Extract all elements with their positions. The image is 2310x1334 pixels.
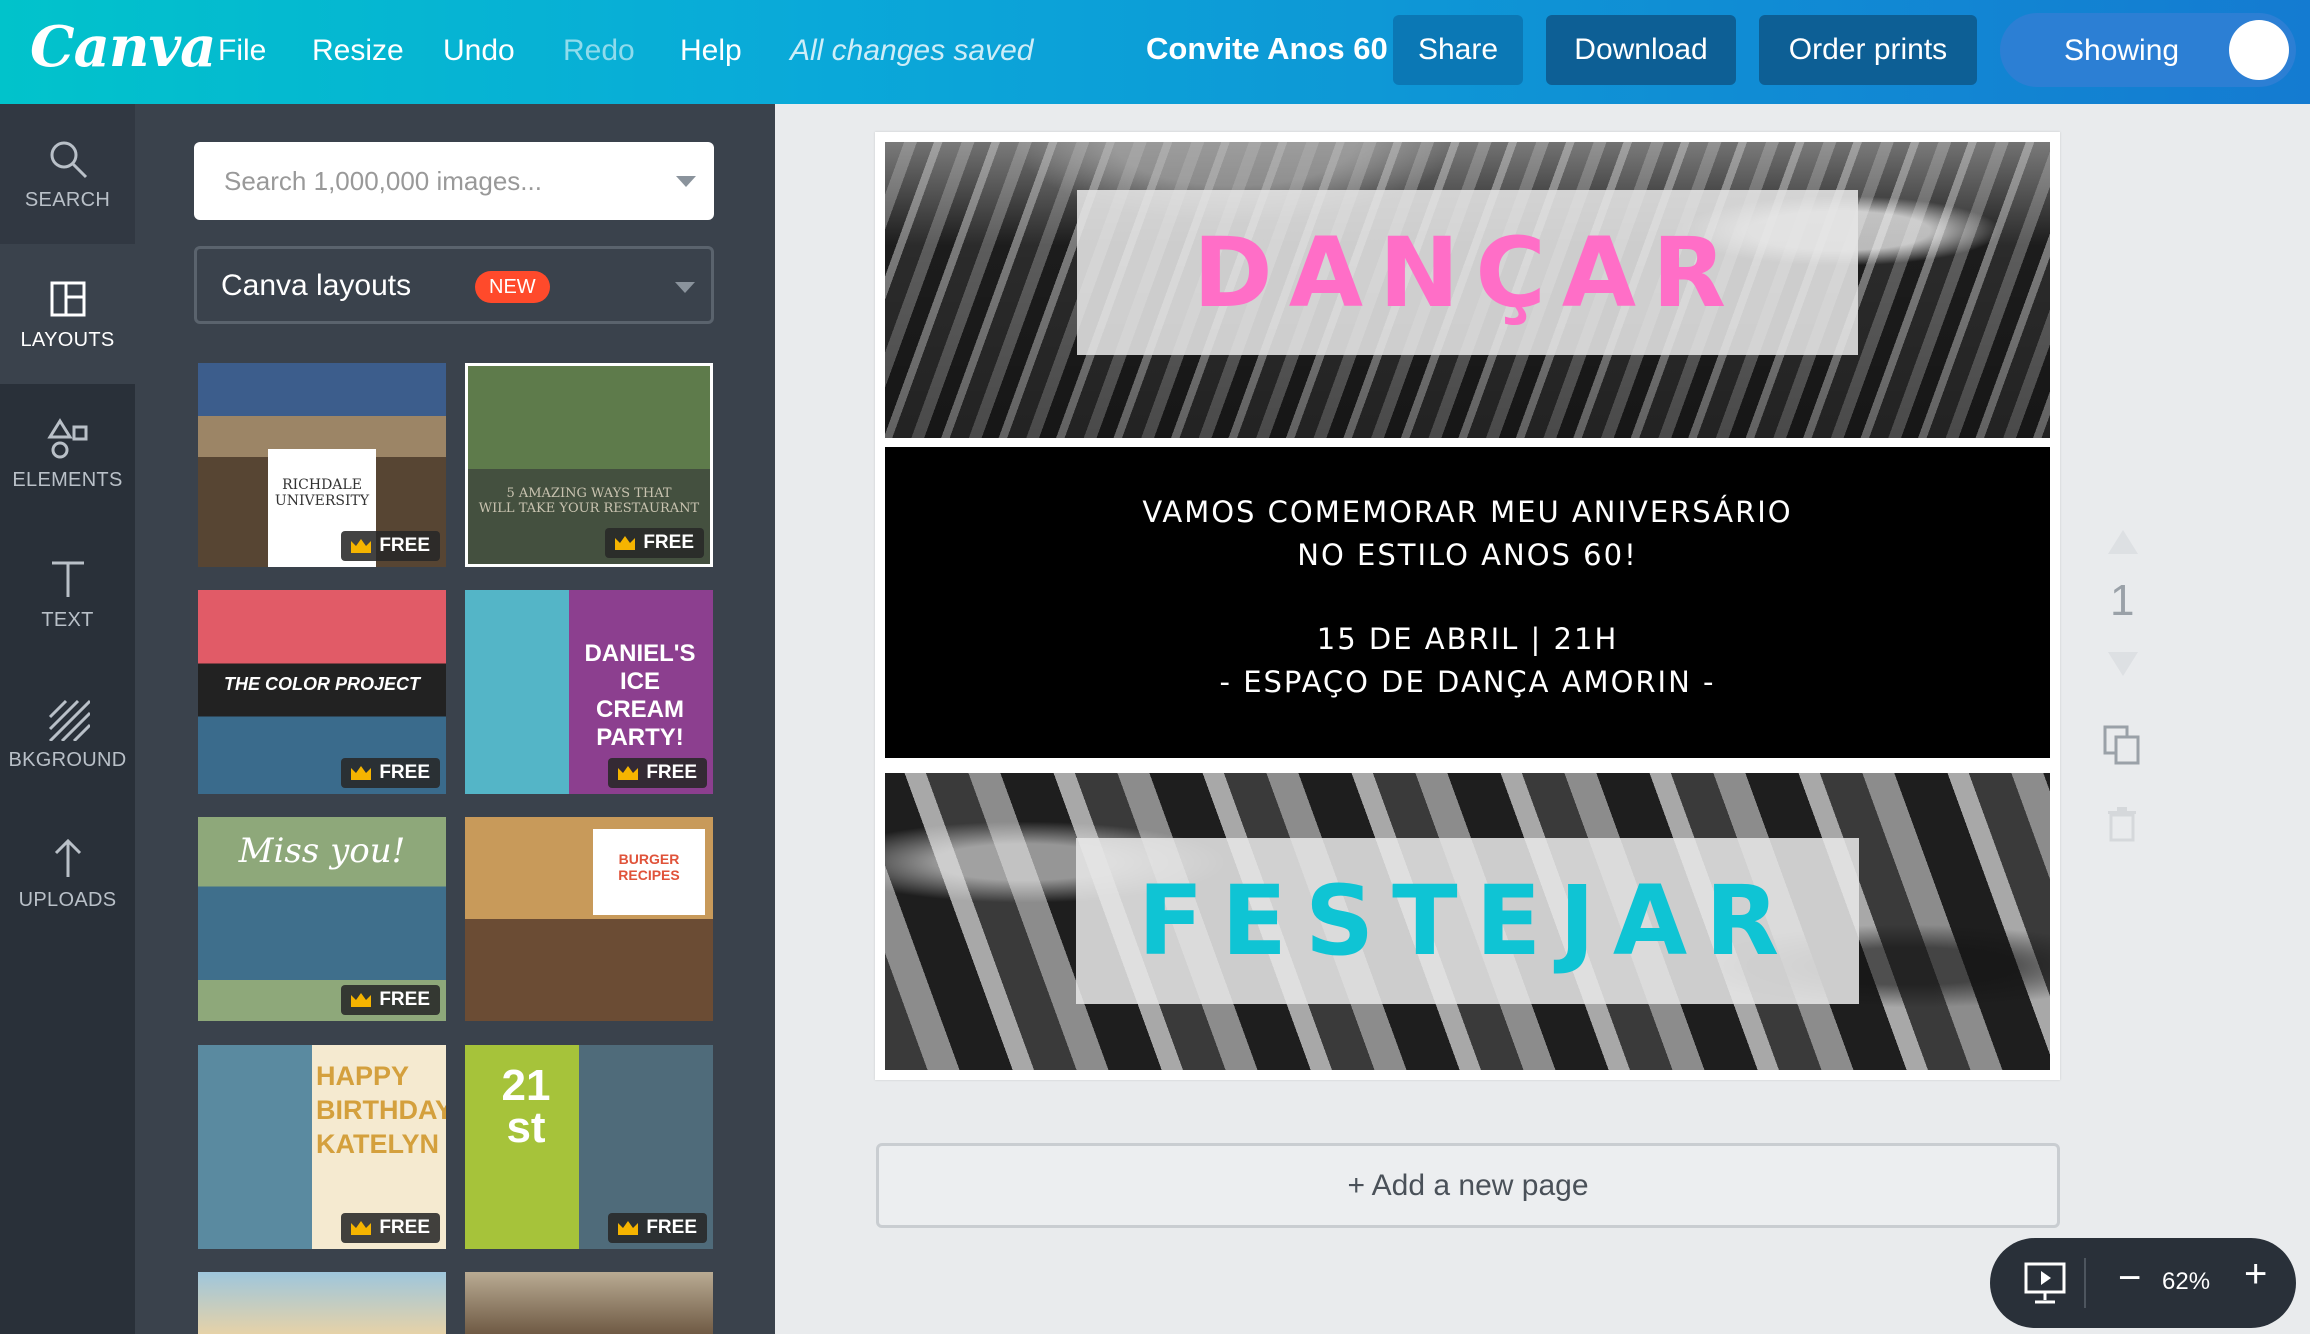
thumb-text: THE COLOR PROJECT: [223, 674, 420, 694]
rail-elements[interactable]: ELEMENTS: [0, 384, 135, 524]
top-bar: Canva File Resize Undo Redo Help All cha…: [0, 0, 2310, 104]
crown-icon: [351, 1221, 372, 1235]
crown-icon: [618, 1221, 639, 1235]
rail-text[interactable]: TEXT: [0, 524, 135, 664]
duplicate-page-icon[interactable]: [2102, 724, 2142, 771]
menu-resize[interactable]: Resize: [312, 34, 404, 68]
rail-label: ELEMENTS: [12, 468, 123, 491]
rail-layouts[interactable]: LAYOUTS: [0, 244, 135, 384]
free-badge: FREE: [605, 528, 704, 558]
menu-undo[interactable]: Undo: [443, 34, 515, 68]
layout-thumb-richdale[interactable]: RICHDALE UNIVERSITY FREE: [198, 363, 446, 567]
save-status: All changes saved: [790, 34, 1034, 67]
document-title[interactable]: Convite Anos 60: [1146, 31, 1388, 67]
invitation-text-block[interactable]: VAMOS COMEMORAR MEU ANIVERSÁRIO NO ESTIL…: [885, 447, 2050, 758]
layout-thumb-21st[interactable]: 21st FREE: [465, 1045, 713, 1249]
layout-thumb-beach[interactable]: [198, 1272, 446, 1334]
thumb-text: BURGER RECIPES: [593, 829, 705, 915]
zoom-level: 62%: [2162, 1268, 2211, 1295]
crown-icon: [618, 766, 639, 780]
chevron-down-icon: [675, 282, 695, 293]
invite-line-1: VAMOS COMEMORAR MEU ANIVERSÁRIO: [1142, 495, 1793, 529]
canva-logo[interactable]: Canva: [30, 14, 216, 80]
move-page-up-icon[interactable]: [2106, 528, 2140, 561]
present-icon[interactable]: [2020, 1258, 2070, 1308]
free-badge: FREE: [341, 1213, 440, 1243]
rail-label: LAYOUTS: [20, 328, 115, 351]
design-page[interactable]: DANÇAR VAMOS COMEMORAR MEU ANIVERSÁRIO N…: [875, 132, 2060, 1080]
layout-thumb-travel[interactable]: [465, 1272, 713, 1334]
new-badge: NEW: [475, 271, 550, 303]
rail-label: SEARCH: [24, 188, 111, 211]
elements-icon: [46, 417, 87, 458]
download-button[interactable]: Download: [1546, 15, 1736, 85]
invite-line-2: NO ESTILO ANOS 60!: [1297, 538, 1638, 572]
invite-line-3: 15 DE ABRIL | 21H: [1316, 622, 1619, 656]
image-search[interactable]: [194, 142, 714, 220]
menu-redo[interactable]: Redo: [563, 34, 635, 68]
layout-thumb-ice-cream[interactable]: DANIEL'S ICE CREAM PARTY! FREE: [465, 590, 713, 794]
menu-help[interactable]: Help: [680, 34, 742, 68]
background-icon: [48, 699, 90, 741]
layouts-dropdown-label: Canva layouts: [221, 269, 412, 302]
rail-label: TEXT: [41, 608, 94, 631]
heading-dancar[interactable]: DANÇAR: [1077, 190, 1858, 355]
thumb-text: HAPPY BIRTHDAY KATELYN: [316, 1061, 446, 1159]
layouts-dropdown[interactable]: Canva layouts NEW: [194, 246, 714, 324]
free-badge: FREE: [608, 758, 707, 788]
upload-icon: [54, 838, 81, 877]
crown-icon: [351, 766, 372, 780]
layout-thumb-burger[interactable]: BURGER RECIPES: [465, 817, 713, 1021]
rail-label: BKGROUND: [8, 748, 127, 771]
thumb-text: 5 AMAZING WAYS THAT WILL TAKE YOUR RESTAU…: [478, 486, 700, 516]
order-prints-button[interactable]: Order prints: [1759, 15, 1977, 85]
zoom-in-button[interactable]: +: [2244, 1252, 2267, 1297]
free-badge: FREE: [341, 985, 440, 1015]
showing-label: Showing: [2064, 34, 2180, 67]
menu-file[interactable]: File: [218, 34, 266, 68]
free-badge: FREE: [341, 758, 440, 788]
crown-icon: [351, 993, 372, 1007]
rail-search[interactable]: SEARCH: [0, 104, 135, 244]
layout-thumb-restaurant[interactable]: 5 AMAZING WAYS THAT WILL TAKE YOUR RESTAU…: [465, 363, 713, 567]
divider: [2084, 1258, 2086, 1308]
free-badge: FREE: [608, 1213, 707, 1243]
zoom-out-button[interactable]: −: [2118, 1256, 2141, 1301]
rail-uploads[interactable]: UPLOADS: [0, 804, 135, 944]
layouts-icon: [50, 281, 85, 316]
rail-background[interactable]: BKGROUND: [0, 664, 135, 804]
thumb-text: 21st: [501, 1061, 551, 1152]
delete-page-icon[interactable]: [2106, 806, 2138, 847]
free-badge: FREE: [341, 531, 440, 561]
page-number: 1: [2110, 576, 2135, 625]
thumb-text: Miss you!: [238, 831, 406, 871]
zoom-controls: − 62% +: [1990, 1238, 2296, 1328]
crown-icon: [351, 539, 372, 553]
layouts-panel: Canva layouts NEW RICHDALEUNIVERSITY FRE…: [135, 104, 775, 1334]
layout-thumb-color-project[interactable]: THE COLOR PROJECT FREE: [198, 590, 446, 794]
search-icon: [50, 141, 87, 178]
invite-line-4: - ESPAÇO DE DANÇA AMORIN -: [1219, 665, 1716, 699]
chevron-down-icon[interactable]: [676, 176, 696, 187]
add-new-page-button[interactable]: + Add a new page: [876, 1143, 2060, 1228]
side-rail: SEARCH LAYOUTS ELEMENTS TEXT BKGROUND UP…: [0, 104, 135, 1334]
image-search-input[interactable]: [194, 142, 634, 220]
showing-toggle[interactable]: Showing: [2000, 13, 2296, 87]
thumb-text: DANIEL'S ICE CREAM PARTY!: [584, 640, 696, 751]
layout-thumb-birthday[interactable]: HAPPY BIRTHDAY KATELYN FREE: [198, 1045, 446, 1249]
share-button[interactable]: Share: [1393, 15, 1523, 85]
text-icon: [51, 561, 84, 597]
rail-label: UPLOADS: [18, 888, 117, 911]
heading-festejar[interactable]: FESTEJAR: [1076, 838, 1859, 1004]
crown-icon: [615, 536, 636, 550]
move-page-down-icon[interactable]: [2106, 650, 2140, 683]
toggle-knob: [2229, 20, 2289, 80]
layout-thumb-miss-you[interactable]: Miss you! FREE: [198, 817, 446, 1021]
